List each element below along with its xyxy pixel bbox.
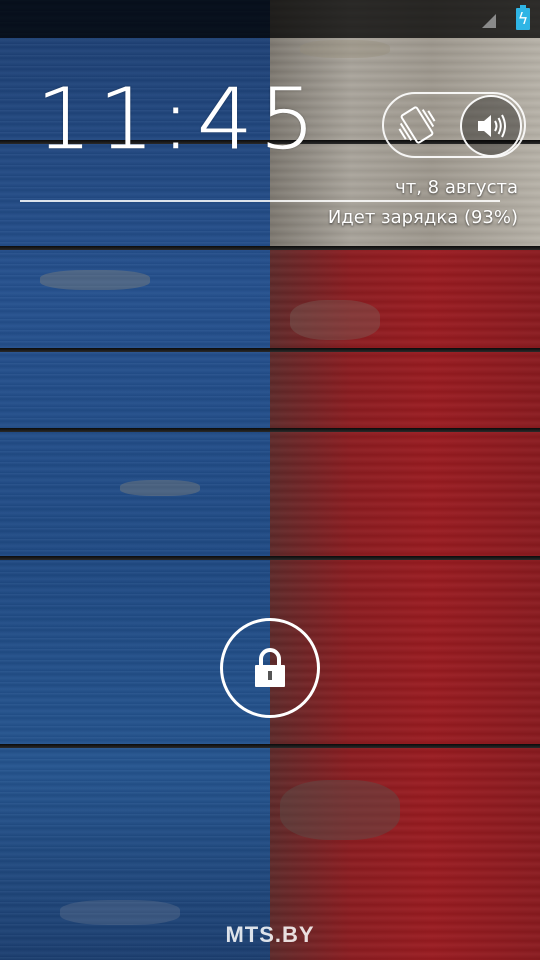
lock-screen: ϟ 11:45 чт, 8 августа Идет зарядка (93%)…	[0, 0, 540, 960]
plank-gap	[0, 428, 540, 432]
carrier-label: MTS.BY	[225, 922, 315, 947]
wallpaper-red-panel	[270, 248, 540, 960]
vibrate-option[interactable]	[390, 98, 444, 152]
sound-option[interactable]	[460, 95, 522, 157]
vibrate-icon	[398, 106, 436, 144]
plank-gap	[0, 348, 540, 352]
plank-gap	[0, 556, 540, 560]
wallpaper-wear	[40, 270, 150, 290]
padlock-icon	[255, 648, 285, 687]
speaker-icon	[478, 114, 506, 138]
signal-icon	[482, 14, 496, 28]
date-label: чт, 8 августа	[395, 177, 518, 198]
lockscreen-clock: 11:45	[36, 70, 322, 169]
wallpaper-wear	[290, 300, 380, 340]
wallpaper-wear	[120, 480, 200, 496]
sound-mode-toggle[interactable]	[382, 92, 526, 158]
unlock-handle[interactable]	[220, 618, 320, 718]
wallpaper-wear	[280, 780, 400, 840]
charging-status: Идет зарядка (93%)	[327, 207, 518, 228]
battery-charging-icon: ϟ	[516, 5, 530, 30]
wallpaper-wear	[300, 40, 390, 58]
plank-gap	[0, 246, 540, 250]
status-bar: ϟ	[0, 0, 540, 38]
clock-divider	[20, 200, 500, 202]
plank-gap	[0, 744, 540, 748]
charging-bolt-icon: ϟ	[517, 9, 529, 28]
